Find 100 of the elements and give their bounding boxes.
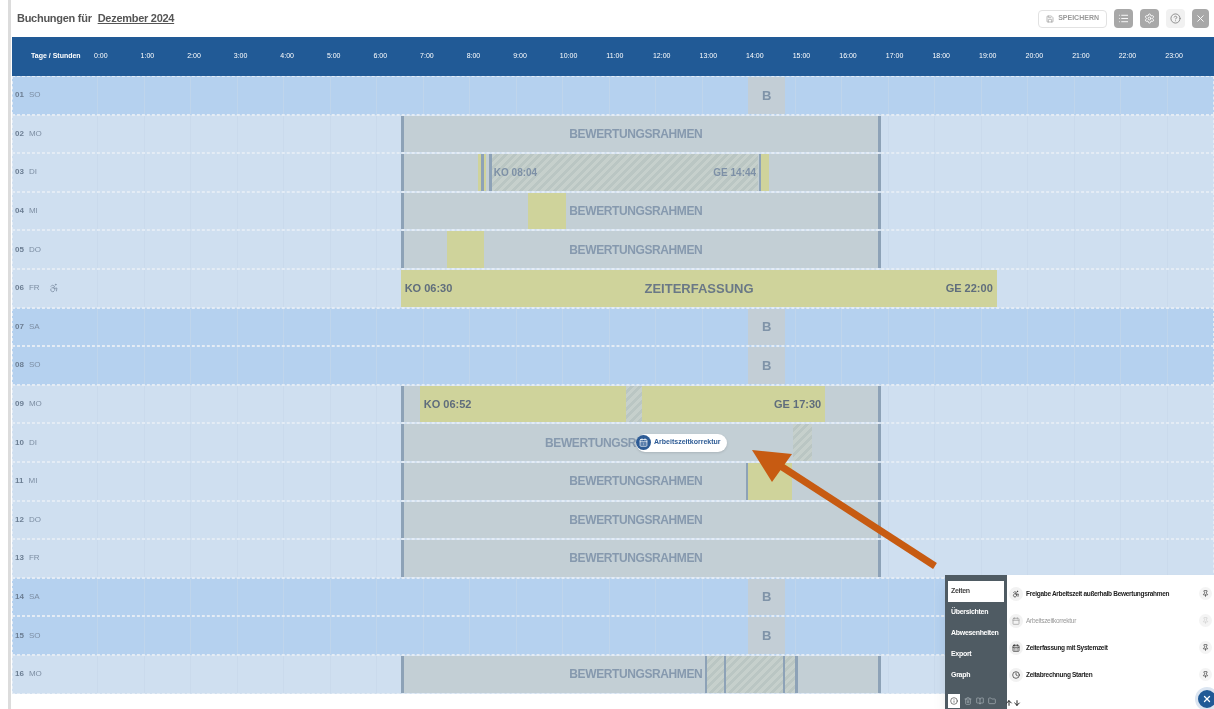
absence-block[interactable]: B xyxy=(748,77,786,114)
info-icon[interactable] xyxy=(948,694,960,708)
weekday-label: FR xyxy=(28,282,40,295)
absence-block[interactable]: B xyxy=(748,308,786,346)
weekday-label: FR xyxy=(28,552,40,565)
help-icon xyxy=(1170,13,1181,24)
frame-label: BEWERTUNGSRAHMEN xyxy=(569,473,703,491)
booking-start-time: KO 06:52 xyxy=(423,396,472,412)
absence-block[interactable]: B xyxy=(748,347,786,384)
marker-line xyxy=(723,655,727,693)
booking-end-time: GE 14:44 xyxy=(713,166,757,180)
frame-label: BEWERTUNGSRAHMEN xyxy=(569,550,703,568)
absence-block[interactable]: B xyxy=(748,578,786,616)
weekday-label: MI xyxy=(28,475,38,488)
weekday-label: SA xyxy=(28,591,40,603)
day-row[interactable]: 03 DI KO 08:04 GE 14:44 xyxy=(12,153,1214,192)
day-row[interactable]: 05 DO BEWERTUNGSRAHMEN xyxy=(12,230,1214,269)
booking-start-time: KO 06:30 xyxy=(404,281,453,296)
marker-line xyxy=(794,655,798,693)
weekday-label: SA xyxy=(28,320,40,333)
evaluation-frame[interactable]: BEWERTUNGSRAHMEN xyxy=(400,501,881,539)
book-icon[interactable] xyxy=(976,697,984,705)
weekday-label: MI xyxy=(28,205,38,218)
day-row[interactable]: 13 FR BEWERTUNGSRAHMEN xyxy=(12,539,1214,578)
day-number: 11 xyxy=(15,475,24,488)
day-number: 05 xyxy=(15,243,24,256)
booking-bar[interactable]: KO 06:52 GE 17:30 xyxy=(419,385,826,423)
weekday-label: DO xyxy=(28,243,41,256)
weekday-label: MO xyxy=(28,398,42,411)
evaluation-frame[interactable]: BEWERTUNGSRAHMEN xyxy=(400,231,881,268)
day-row[interactable]: 09 MO KO 06:52 GE 17:30 xyxy=(12,384,1214,424)
day-row[interactable]: 07 SA B xyxy=(12,307,1214,347)
sort-arrows-icon[interactable] xyxy=(1005,699,1021,707)
marker-line xyxy=(488,154,492,191)
evaluation-frame[interactable]: BEWERTUNGSRAHMEN xyxy=(400,192,881,230)
list-icon xyxy=(1118,13,1129,24)
day-number: 15 xyxy=(15,629,24,642)
trash-icon[interactable] xyxy=(964,697,972,705)
hatched-bar[interactable]: KO 08:04 GE 14:44 xyxy=(491,154,759,191)
hatched-bar[interactable] xyxy=(792,424,813,461)
day-row[interactable]: 02 MO BEWERTUNGSRAHMEN xyxy=(12,114,1214,154)
settings-button[interactable] xyxy=(1140,9,1159,28)
frame-label: BEWERTUNGSRAHMEN xyxy=(569,203,703,221)
evaluation-frame[interactable]: BEWERTUNGSRAHMEN xyxy=(400,462,881,500)
day-number: 12 xyxy=(15,513,24,526)
day-number: 07 xyxy=(15,320,24,333)
day-number: 04 xyxy=(15,205,24,218)
pin-icon[interactable] xyxy=(1199,641,1212,654)
weekday-label: DI xyxy=(28,436,37,449)
booking-end-time: GE 17:30 xyxy=(774,396,822,412)
evaluation-frame[interactable]: BEWERTUNGSRAHMEN xyxy=(400,540,881,577)
marker-line xyxy=(745,462,749,500)
close-icon[interactable] xyxy=(1195,687,1214,709)
evaluation-frame[interactable]: KO 08:04 GE 14:44 xyxy=(400,154,881,191)
marker-line xyxy=(758,154,762,191)
day-row[interactable]: 08 SO B xyxy=(12,346,1214,385)
day-row[interactable]: 06 FR KO 06:30 ZEITERFASSUNG GE 22:00 xyxy=(12,268,1214,308)
accessibility-icon xyxy=(1009,586,1023,601)
weekday-label: SO xyxy=(28,89,41,102)
day-number: 02 xyxy=(15,127,24,140)
day-row[interactable]: 11 MI BEWERTUNGSRAHMEN xyxy=(12,461,1214,501)
booking-bar[interactable] xyxy=(528,192,566,230)
weekday-label: SO xyxy=(28,629,41,642)
absence-block[interactable]: B xyxy=(748,617,786,654)
hatched-bar[interactable] xyxy=(785,655,795,693)
folder-icon[interactable] xyxy=(988,697,996,705)
help-button[interactable] xyxy=(1166,9,1185,28)
weekday-label: MO xyxy=(28,668,42,681)
evaluation-frame[interactable]: BEWERTUNGSRAHMEN xyxy=(400,655,881,693)
list-button[interactable] xyxy=(1114,9,1133,28)
close-icon xyxy=(1195,13,1206,24)
clock-icon xyxy=(1009,667,1023,682)
close-button[interactable] xyxy=(1192,9,1209,28)
day-row[interactable]: 01 SO B xyxy=(12,76,1214,115)
pin-icon[interactable] xyxy=(1199,668,1212,681)
booking-start-time: KO 08:04 xyxy=(493,166,538,180)
day-number: 01 xyxy=(15,89,24,102)
frame-label: BEWERTUNGSRAHMEN xyxy=(569,125,703,143)
hatched-bar[interactable] xyxy=(726,655,784,693)
booking-end-time: GE 22:00 xyxy=(945,281,993,296)
frame-label: BEWERTUNGSRAHMEN xyxy=(569,241,703,259)
day-number: 06 xyxy=(15,282,24,295)
frame-label: BEWERTUNGSR xyxy=(545,434,636,452)
weekday-label: MO xyxy=(28,127,42,140)
day-number: 08 xyxy=(15,359,24,372)
day-number: 10 xyxy=(15,436,24,449)
marker-line xyxy=(481,154,485,191)
pin-icon[interactable] xyxy=(1199,587,1212,600)
page-title: Buchungen für xyxy=(17,11,92,27)
evaluation-frame[interactable]: BEWERTUNGSRAHMEN xyxy=(400,115,881,153)
month-link[interactable]: Dezember 2024 xyxy=(97,10,175,27)
day-number: 14 xyxy=(15,591,24,603)
calendar-icon xyxy=(1009,640,1023,655)
booking-label: ZEITERFASSUNG xyxy=(644,279,754,298)
hatched-bar[interactable] xyxy=(707,655,724,693)
booking-bar[interactable]: KO 06:30 ZEITERFASSUNG GE 22:00 xyxy=(400,269,997,307)
day-row[interactable]: 12 DO BEWERTUNGSRAHMEN xyxy=(12,500,1214,540)
frame-label: BEWERTUNGSRAHMEN xyxy=(569,666,703,684)
day-row[interactable]: 04 MI BEWERTUNGSRAHMEN xyxy=(12,191,1214,231)
evaluation-frame[interactable]: KO 06:52 GE 17:30 xyxy=(400,385,881,423)
